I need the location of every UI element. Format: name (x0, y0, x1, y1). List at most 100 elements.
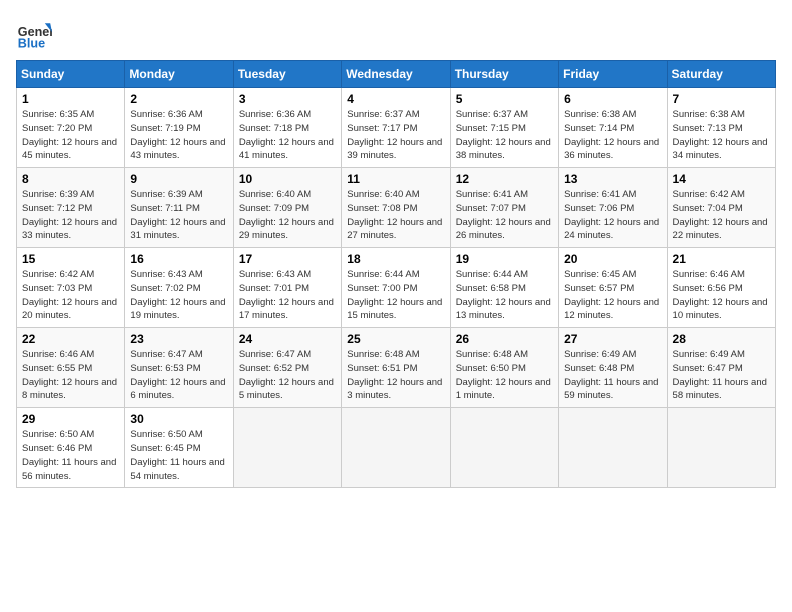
calendar-week-2: 8 Sunrise: 6:39 AM Sunset: 7:12 PM Dayli… (17, 168, 776, 248)
day-number: 27 (564, 332, 661, 346)
day-detail: Sunrise: 6:47 AM Sunset: 6:52 PM Dayligh… (239, 348, 336, 403)
day-number: 1 (22, 92, 119, 106)
col-header-friday: Friday (559, 61, 667, 88)
calendar-cell: 5 Sunrise: 6:37 AM Sunset: 7:15 PM Dayli… (450, 88, 558, 168)
logo-icon: General Blue (16, 16, 52, 52)
day-detail: Sunrise: 6:40 AM Sunset: 7:09 PM Dayligh… (239, 188, 336, 243)
calendar-cell: 6 Sunrise: 6:38 AM Sunset: 7:14 PM Dayli… (559, 88, 667, 168)
day-detail: Sunrise: 6:48 AM Sunset: 6:51 PM Dayligh… (347, 348, 444, 403)
day-number: 18 (347, 252, 444, 266)
day-number: 16 (130, 252, 227, 266)
calendar-cell: 1 Sunrise: 6:35 AM Sunset: 7:20 PM Dayli… (17, 88, 125, 168)
day-detail: Sunrise: 6:37 AM Sunset: 7:15 PM Dayligh… (456, 108, 553, 163)
calendar-table: SundayMondayTuesdayWednesdayThursdayFrid… (16, 60, 776, 488)
calendar-week-3: 15 Sunrise: 6:42 AM Sunset: 7:03 PM Dayl… (17, 248, 776, 328)
day-detail: Sunrise: 6:45 AM Sunset: 6:57 PM Dayligh… (564, 268, 661, 323)
day-number: 22 (22, 332, 119, 346)
day-number: 14 (673, 172, 770, 186)
day-detail: Sunrise: 6:38 AM Sunset: 7:14 PM Dayligh… (564, 108, 661, 163)
calendar-cell: 15 Sunrise: 6:42 AM Sunset: 7:03 PM Dayl… (17, 248, 125, 328)
calendar-cell: 4 Sunrise: 6:37 AM Sunset: 7:17 PM Dayli… (342, 88, 450, 168)
calendar-cell: 3 Sunrise: 6:36 AM Sunset: 7:18 PM Dayli… (233, 88, 341, 168)
calendar-week-4: 22 Sunrise: 6:46 AM Sunset: 6:55 PM Dayl… (17, 328, 776, 408)
calendar-cell (342, 408, 450, 488)
day-number: 19 (456, 252, 553, 266)
day-number: 23 (130, 332, 227, 346)
day-detail: Sunrise: 6:37 AM Sunset: 7:17 PM Dayligh… (347, 108, 444, 163)
calendar-cell (233, 408, 341, 488)
day-detail: Sunrise: 6:44 AM Sunset: 7:00 PM Dayligh… (347, 268, 444, 323)
calendar-cell: 11 Sunrise: 6:40 AM Sunset: 7:08 PM Dayl… (342, 168, 450, 248)
day-number: 5 (456, 92, 553, 106)
day-detail: Sunrise: 6:49 AM Sunset: 6:47 PM Dayligh… (673, 348, 770, 403)
day-number: 13 (564, 172, 661, 186)
calendar-cell: 18 Sunrise: 6:44 AM Sunset: 7:00 PM Dayl… (342, 248, 450, 328)
day-detail: Sunrise: 6:50 AM Sunset: 6:46 PM Dayligh… (22, 428, 119, 483)
calendar-cell: 20 Sunrise: 6:45 AM Sunset: 6:57 PM Dayl… (559, 248, 667, 328)
col-header-wednesday: Wednesday (342, 61, 450, 88)
svg-text:Blue: Blue (18, 37, 45, 51)
day-number: 24 (239, 332, 336, 346)
calendar-cell: 28 Sunrise: 6:49 AM Sunset: 6:47 PM Dayl… (667, 328, 775, 408)
day-number: 10 (239, 172, 336, 186)
day-number: 11 (347, 172, 444, 186)
col-header-saturday: Saturday (667, 61, 775, 88)
calendar-cell: 26 Sunrise: 6:48 AM Sunset: 6:50 PM Dayl… (450, 328, 558, 408)
day-detail: Sunrise: 6:38 AM Sunset: 7:13 PM Dayligh… (673, 108, 770, 163)
calendar-cell: 8 Sunrise: 6:39 AM Sunset: 7:12 PM Dayli… (17, 168, 125, 248)
day-detail: Sunrise: 6:43 AM Sunset: 7:02 PM Dayligh… (130, 268, 227, 323)
day-number: 7 (673, 92, 770, 106)
calendar-cell: 22 Sunrise: 6:46 AM Sunset: 6:55 PM Dayl… (17, 328, 125, 408)
day-number: 30 (130, 412, 227, 426)
day-detail: Sunrise: 6:36 AM Sunset: 7:18 PM Dayligh… (239, 108, 336, 163)
day-detail: Sunrise: 6:49 AM Sunset: 6:48 PM Dayligh… (564, 348, 661, 403)
calendar-cell (450, 408, 558, 488)
day-number: 17 (239, 252, 336, 266)
calendar-cell: 12 Sunrise: 6:41 AM Sunset: 7:07 PM Dayl… (450, 168, 558, 248)
day-number: 25 (347, 332, 444, 346)
day-number: 9 (130, 172, 227, 186)
day-detail: Sunrise: 6:39 AM Sunset: 7:11 PM Dayligh… (130, 188, 227, 243)
calendar-cell: 29 Sunrise: 6:50 AM Sunset: 6:46 PM Dayl… (17, 408, 125, 488)
calendar-cell: 19 Sunrise: 6:44 AM Sunset: 6:58 PM Dayl… (450, 248, 558, 328)
calendar-cell (667, 408, 775, 488)
day-number: 8 (22, 172, 119, 186)
day-detail: Sunrise: 6:46 AM Sunset: 6:56 PM Dayligh… (673, 268, 770, 323)
day-number: 6 (564, 92, 661, 106)
day-number: 26 (456, 332, 553, 346)
calendar-cell: 2 Sunrise: 6:36 AM Sunset: 7:19 PM Dayli… (125, 88, 233, 168)
day-detail: Sunrise: 6:41 AM Sunset: 7:07 PM Dayligh… (456, 188, 553, 243)
calendar-week-5: 29 Sunrise: 6:50 AM Sunset: 6:46 PM Dayl… (17, 408, 776, 488)
calendar-cell: 16 Sunrise: 6:43 AM Sunset: 7:02 PM Dayl… (125, 248, 233, 328)
day-detail: Sunrise: 6:35 AM Sunset: 7:20 PM Dayligh… (22, 108, 119, 163)
calendar-cell: 27 Sunrise: 6:49 AM Sunset: 6:48 PM Dayl… (559, 328, 667, 408)
day-number: 4 (347, 92, 444, 106)
day-detail: Sunrise: 6:43 AM Sunset: 7:01 PM Dayligh… (239, 268, 336, 323)
calendar-cell: 21 Sunrise: 6:46 AM Sunset: 6:56 PM Dayl… (667, 248, 775, 328)
day-detail: Sunrise: 6:39 AM Sunset: 7:12 PM Dayligh… (22, 188, 119, 243)
calendar-cell (559, 408, 667, 488)
day-detail: Sunrise: 6:41 AM Sunset: 7:06 PM Dayligh… (564, 188, 661, 243)
day-number: 29 (22, 412, 119, 426)
col-header-sunday: Sunday (17, 61, 125, 88)
day-detail: Sunrise: 6:40 AM Sunset: 7:08 PM Dayligh… (347, 188, 444, 243)
calendar-cell: 25 Sunrise: 6:48 AM Sunset: 6:51 PM Dayl… (342, 328, 450, 408)
day-detail: Sunrise: 6:48 AM Sunset: 6:50 PM Dayligh… (456, 348, 553, 403)
day-number: 12 (456, 172, 553, 186)
col-header-thursday: Thursday (450, 61, 558, 88)
day-detail: Sunrise: 6:46 AM Sunset: 6:55 PM Dayligh… (22, 348, 119, 403)
calendar-cell: 24 Sunrise: 6:47 AM Sunset: 6:52 PM Dayl… (233, 328, 341, 408)
day-number: 2 (130, 92, 227, 106)
calendar-cell: 14 Sunrise: 6:42 AM Sunset: 7:04 PM Dayl… (667, 168, 775, 248)
day-number: 21 (673, 252, 770, 266)
calendar-cell: 30 Sunrise: 6:50 AM Sunset: 6:45 PM Dayl… (125, 408, 233, 488)
day-detail: Sunrise: 6:42 AM Sunset: 7:03 PM Dayligh… (22, 268, 119, 323)
calendar-cell: 17 Sunrise: 6:43 AM Sunset: 7:01 PM Dayl… (233, 248, 341, 328)
calendar-week-1: 1 Sunrise: 6:35 AM Sunset: 7:20 PM Dayli… (17, 88, 776, 168)
calendar-cell: 10 Sunrise: 6:40 AM Sunset: 7:09 PM Dayl… (233, 168, 341, 248)
day-detail: Sunrise: 6:50 AM Sunset: 6:45 PM Dayligh… (130, 428, 227, 483)
day-detail: Sunrise: 6:44 AM Sunset: 6:58 PM Dayligh… (456, 268, 553, 323)
calendar-cell: 9 Sunrise: 6:39 AM Sunset: 7:11 PM Dayli… (125, 168, 233, 248)
day-number: 28 (673, 332, 770, 346)
day-number: 15 (22, 252, 119, 266)
